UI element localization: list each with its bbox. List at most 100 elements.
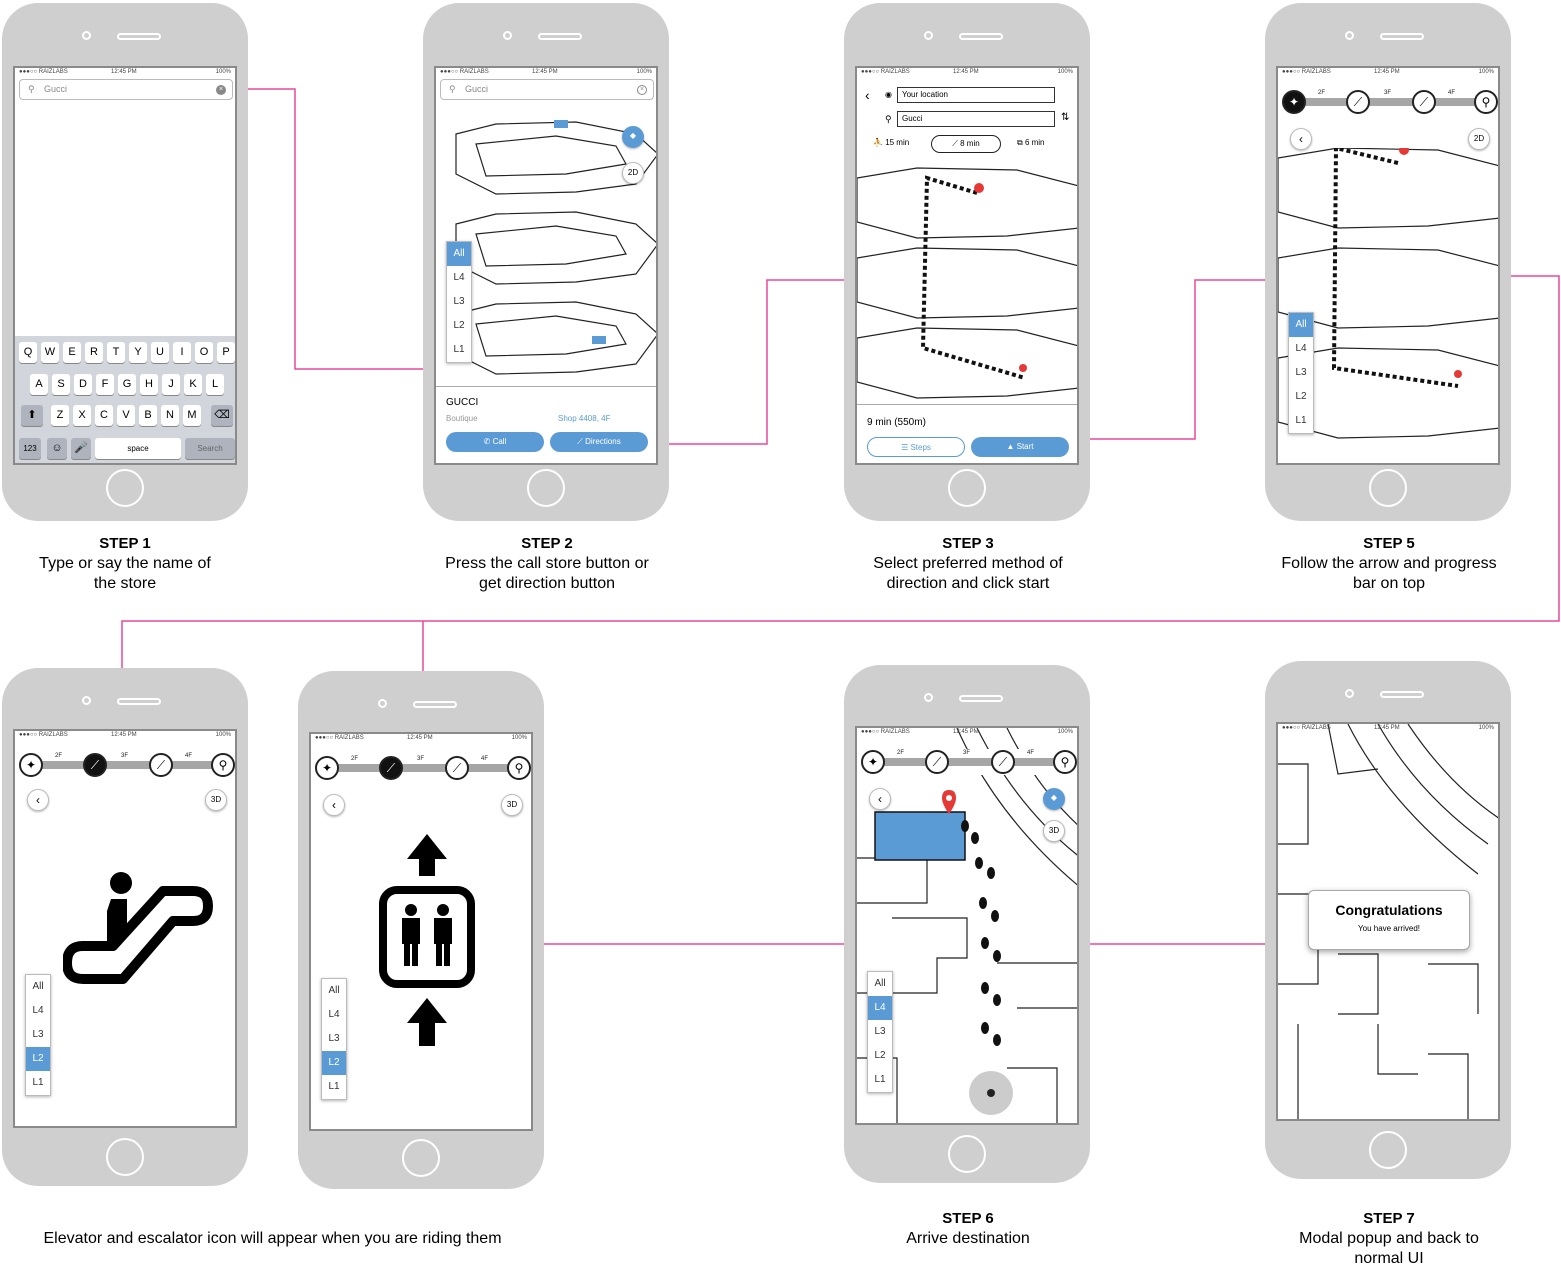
shift-key[interactable]: ⬆ — [21, 405, 43, 426]
level-option[interactable]: L4 — [26, 999, 50, 1023]
level-option[interactable]: L4 — [322, 1003, 346, 1027]
level-option[interactable]: L2 — [868, 1044, 892, 1068]
arrival-modal[interactable]: Congratulations You have arrived! — [1308, 890, 1470, 950]
key-f[interactable]: F — [96, 374, 114, 395]
level-option[interactable]: L3 — [26, 1023, 50, 1047]
numbers-key[interactable]: 123 — [19, 438, 41, 459]
home-button[interactable] — [1369, 469, 1407, 507]
mode-elevator[interactable]: ⧉ 6 min — [1017, 138, 1045, 148]
key-m[interactable]: M — [183, 405, 201, 426]
key-z[interactable]: Z — [51, 405, 69, 426]
search-input[interactable]: ⚲ Gucci × — [19, 79, 233, 100]
level-option[interactable]: L2 — [322, 1051, 346, 1075]
route-map[interactable] — [857, 158, 1079, 403]
home-button[interactable] — [402, 1139, 440, 1177]
space-key[interactable]: space — [95, 438, 181, 459]
map-mode-button[interactable]: 3D — [1043, 820, 1065, 842]
back-button[interactable]: ‹ — [1290, 128, 1312, 150]
key-a[interactable]: A — [30, 374, 48, 395]
key-y[interactable]: Y — [129, 342, 147, 363]
home-button[interactable] — [106, 469, 144, 507]
steps-button[interactable]: ☰ Steps — [867, 437, 965, 457]
caption-step6: STEP 6 Arrive destination — [906, 1210, 1030, 1247]
key-i[interactable]: I — [173, 342, 191, 363]
search-input[interactable]: ⚲ Gucci × — [440, 79, 654, 100]
level-option[interactable]: L2 — [26, 1047, 50, 1071]
level-option[interactable]: All — [322, 979, 346, 1003]
key-e[interactable]: E — [63, 342, 81, 363]
level-option[interactable]: L1 — [322, 1075, 346, 1099]
key-x[interactable]: X — [73, 405, 91, 426]
back-icon[interactable]: ‹ — [865, 87, 870, 103]
level-option[interactable]: L3 — [1289, 361, 1313, 385]
map-mode-button[interactable]: 3D — [501, 794, 523, 816]
level-option[interactable]: L2 — [1289, 385, 1313, 409]
mode-escalator[interactable]: ⟋ 8 min — [931, 135, 1001, 153]
home-button[interactable] — [948, 469, 986, 507]
back-button[interactable]: ‹ — [323, 794, 345, 816]
key-h[interactable]: H — [140, 374, 158, 395]
level-option[interactable]: All — [447, 242, 471, 266]
key-j[interactable]: J — [162, 374, 180, 395]
level-option[interactable]: L3 — [447, 290, 471, 314]
clear-icon[interactable]: × — [216, 85, 226, 95]
level-selector[interactable]: All L4 L3 L2 L1 — [446, 241, 472, 363]
level-option[interactable]: L1 — [26, 1071, 50, 1095]
search-key[interactable]: Search — [185, 438, 235, 459]
destination-field[interactable]: Gucci — [897, 111, 1055, 127]
level-option[interactable]: L4 — [868, 996, 892, 1020]
key-k[interactable]: K — [184, 374, 202, 395]
key-l[interactable]: L — [206, 374, 224, 395]
emoji-key[interactable]: ☺ — [47, 438, 67, 459]
back-button[interactable]: ‹ — [869, 788, 891, 810]
level-option[interactable]: All — [868, 972, 892, 996]
level-option[interactable]: L3 — [868, 1020, 892, 1044]
key-u[interactable]: U — [151, 342, 169, 363]
key-q[interactable]: Q — [19, 342, 37, 363]
home-button[interactable] — [527, 469, 565, 507]
backspace-key[interactable]: ⌫ — [211, 405, 233, 426]
back-button[interactable]: ‹ — [27, 789, 49, 811]
level-option[interactable]: L3 — [322, 1027, 346, 1051]
start-button[interactable]: ▲ Start — [971, 437, 1069, 457]
microphone-icon[interactable]: 🎤 — [71, 438, 91, 459]
key-b[interactable]: B — [139, 405, 157, 426]
level-option[interactable]: All — [1289, 313, 1313, 337]
key-g[interactable]: G — [118, 374, 136, 395]
key-p[interactable]: P — [217, 342, 235, 363]
key-t[interactable]: T — [107, 342, 125, 363]
map-mode-button[interactable]: 2D — [622, 162, 644, 184]
key-s[interactable]: S — [52, 374, 70, 395]
key-v[interactable]: V — [117, 405, 135, 426]
map-mode-button[interactable]: 2D — [1468, 128, 1490, 150]
level-selector[interactable]: All L4 L3 L2 L1 — [25, 974, 51, 1096]
origin-field[interactable]: Your location — [897, 87, 1055, 103]
key-r[interactable]: R — [85, 342, 103, 363]
directions-button[interactable]: ⟋ Directions — [550, 432, 648, 452]
level-option[interactable]: All — [26, 975, 50, 999]
home-button[interactable] — [106, 1138, 144, 1176]
key-n[interactable]: N — [161, 405, 179, 426]
home-button[interactable] — [1369, 1131, 1407, 1169]
key-w[interactable]: W — [41, 342, 59, 363]
mode-stairs[interactable]: ⛹ 15 min — [873, 138, 909, 147]
map-mode-button[interactable]: 3D — [205, 789, 227, 811]
key-o[interactable]: O — [195, 342, 213, 363]
level-option[interactable]: L2 — [447, 314, 471, 338]
key-c[interactable]: C — [95, 405, 113, 426]
level-selector[interactable]: All L4 L3 L2 L1 — [867, 971, 893, 1093]
level-option[interactable]: L4 — [447, 266, 471, 290]
level-selector[interactable]: All L4 L3 L2 L1 — [321, 978, 347, 1100]
layers-button[interactable]: ◆ — [622, 126, 644, 148]
level-option[interactable]: L1 — [1289, 409, 1313, 433]
swap-icon[interactable]: ⇅ — [1061, 112, 1069, 123]
home-button[interactable] — [948, 1135, 986, 1173]
level-selector[interactable]: All L4 L3 L2 L1 — [1288, 312, 1314, 434]
key-d[interactable]: D — [74, 374, 92, 395]
level-option[interactable]: L1 — [447, 338, 471, 362]
call-button[interactable]: ✆ Call — [446, 432, 544, 452]
clear-icon[interactable]: × — [637, 85, 647, 95]
level-option[interactable]: L4 — [1289, 337, 1313, 361]
layers-button[interactable]: ◆ — [1043, 788, 1065, 810]
level-option[interactable]: L1 — [868, 1068, 892, 1092]
